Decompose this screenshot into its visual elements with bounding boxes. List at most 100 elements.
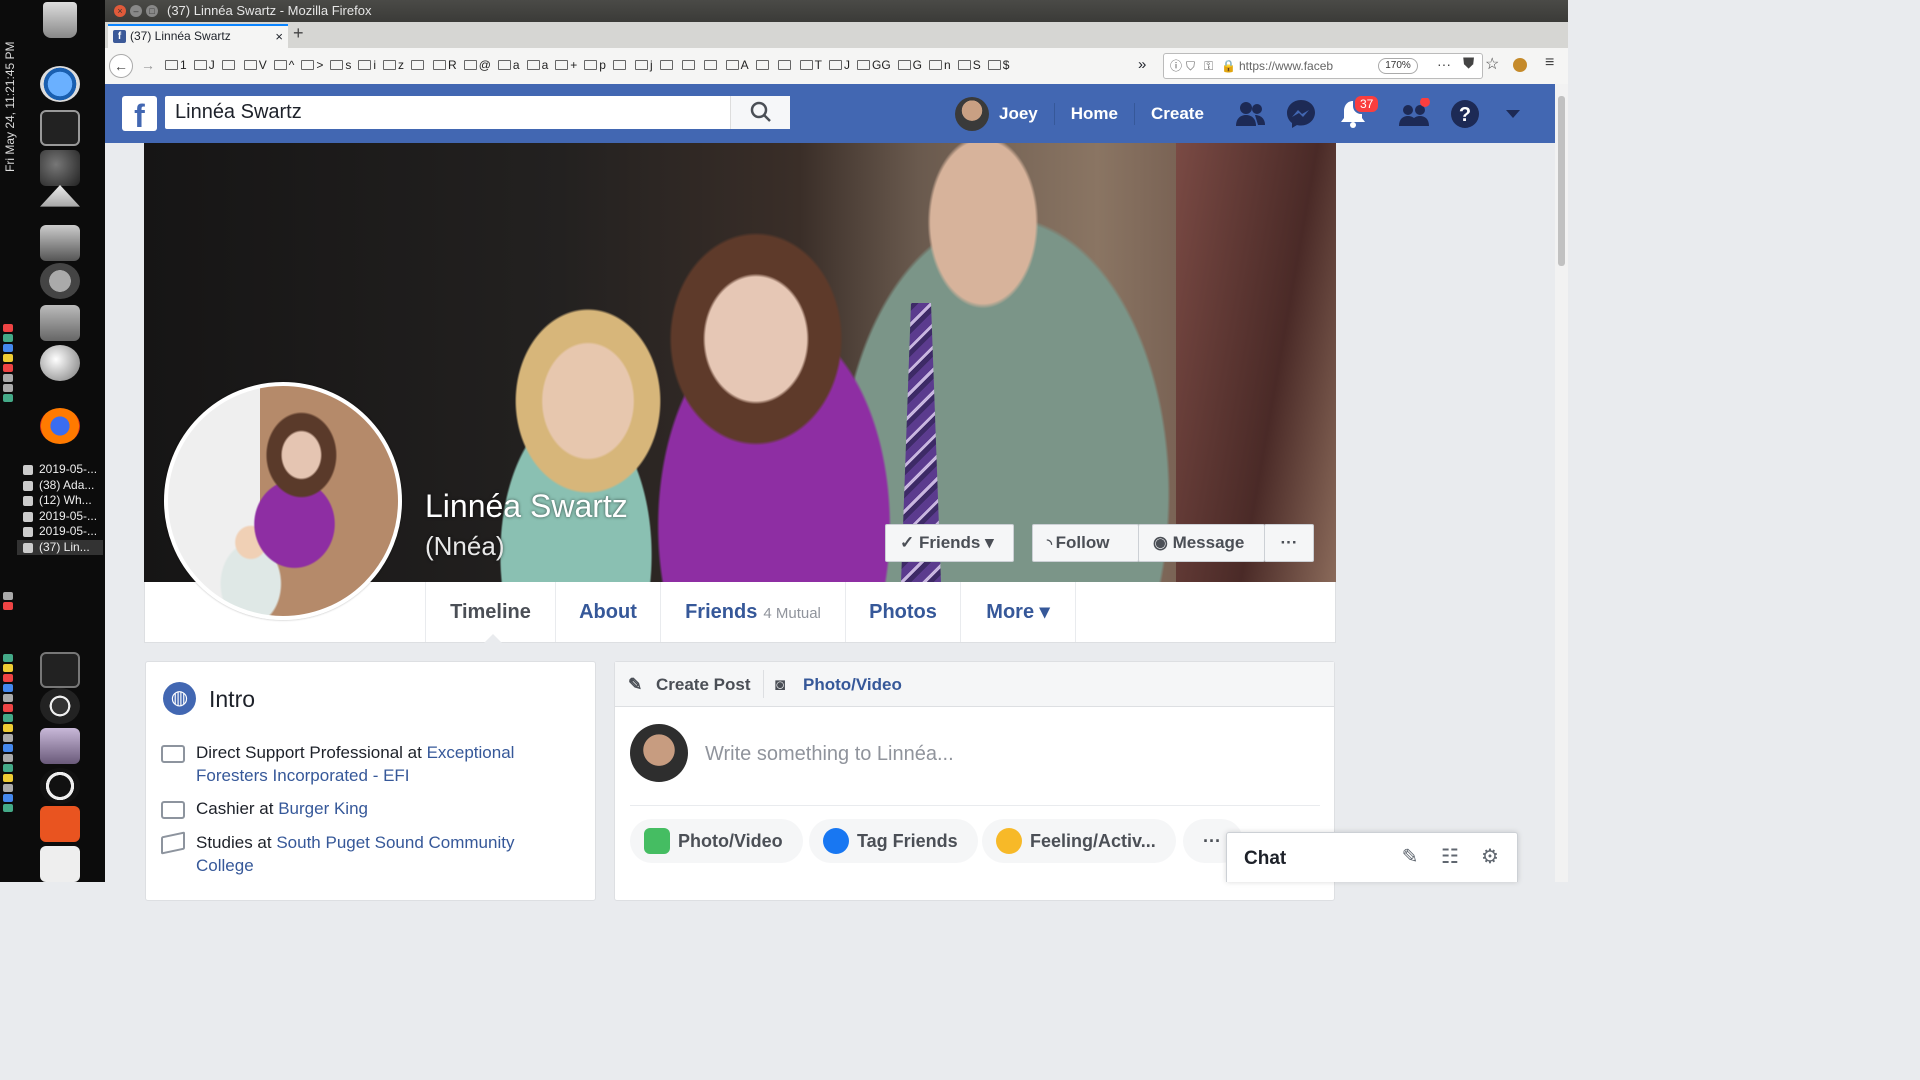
account-menu-chevron-icon[interactable] (1505, 106, 1521, 122)
tab-about[interactable]: About (555, 582, 660, 642)
app-icon[interactable] (40, 846, 80, 882)
taskbar-item[interactable]: 2019-05-... (17, 462, 103, 478)
scrollbar-thumb[interactable] (1558, 96, 1565, 266)
bookmark-item[interactable]: J (193, 58, 215, 72)
search-button[interactable] (730, 96, 790, 129)
follow-button[interactable]: ◝ Follow (1032, 524, 1139, 562)
close-window-icon[interactable]: × (114, 5, 126, 17)
close-tab-icon[interactable]: × (275, 26, 283, 47)
bookmark-item[interactable]: A (725, 58, 749, 72)
browser-tab-active[interactable]: f (37) Linnéa Swartz × (108, 24, 288, 48)
gimp-icon[interactable] (40, 150, 80, 186)
photo-video-tab[interactable]: Photo/Video (803, 675, 902, 695)
back-button[interactable]: ← (109, 54, 133, 78)
bookmark-item[interactable]: J (829, 58, 850, 72)
media-player-icon[interactable] (40, 66, 80, 102)
photo-video-button[interactable]: Photo/Video (630, 819, 803, 863)
create-post-tab[interactable]: Create Post (656, 675, 750, 695)
bookmark-item[interactable]: i (358, 58, 376, 72)
bookmark-item[interactable] (681, 58, 697, 72)
url-bar[interactable]: ⓘ ⛉ ⚿ 🔒 https://www.faceb 170% (1163, 53, 1483, 79)
bookmark-item[interactable]: n (929, 58, 951, 72)
bookmark-item[interactable]: p (584, 58, 606, 72)
taskbar-item[interactable]: (38) Ada... (17, 478, 103, 494)
bookmark-item[interactable]: R (433, 58, 457, 72)
bookmark-item[interactable]: V (243, 58, 267, 72)
upload-icon[interactable] (40, 185, 80, 207)
bookmark-star-icon[interactable]: ☆ (1485, 54, 1499, 74)
scanner-icon[interactable] (40, 225, 80, 261)
groups-icon[interactable] (1398, 98, 1430, 130)
nav-home-link[interactable]: Home (1071, 104, 1118, 124)
terminal-icon[interactable] (40, 110, 80, 146)
bookmark-item[interactable] (659, 58, 675, 72)
bookmark-item[interactable]: a (497, 58, 520, 72)
avatar[interactable] (630, 724, 688, 782)
bookmark-item[interactable] (703, 58, 719, 72)
bookmark-item[interactable] (411, 58, 426, 72)
bookmark-item[interactable] (755, 58, 771, 72)
post-input[interactable]: Write something to Linnéa... (705, 743, 954, 766)
tab-more[interactable]: More ▾ (960, 582, 1076, 642)
profile-picture[interactable] (164, 382, 402, 620)
feeling-activity-button[interactable]: Feeling/Activ... (982, 819, 1176, 863)
more-options-button[interactable]: ··· (1264, 524, 1314, 562)
messenger-icon[interactable] (1285, 98, 1317, 130)
bookmark-item[interactable]: 1 (165, 58, 187, 72)
minimize-window-icon[interactable]: – (130, 5, 142, 17)
bookmark-item[interactable]: GG (857, 58, 891, 72)
taskbar-item-active[interactable]: (37) Lin... (17, 539, 103, 555)
nav-create-link[interactable]: Create (1151, 104, 1204, 124)
tab-friends[interactable]: Friends 4 Mutual (660, 582, 845, 642)
new-message-icon[interactable]: ✎ (1399, 846, 1421, 868)
tab-timeline[interactable]: Timeline (425, 582, 555, 643)
hamburger-menu-icon[interactable]: ≡ (1545, 54, 1554, 72)
bookmark-item[interactable] (612, 58, 628, 72)
disk-icon[interactable] (40, 345, 80, 381)
bookmark-item[interactable]: G (897, 58, 922, 72)
bookmark-item[interactable]: @ (463, 58, 491, 72)
forward-button[interactable]: → (136, 54, 160, 78)
chat-bar[interactable]: Chat ✎ ☷ ⚙ (1226, 832, 1518, 882)
zoom-indicator[interactable]: 170% (1378, 58, 1418, 74)
bookmark-item[interactable] (777, 58, 793, 72)
bookmark-item[interactable]: T (799, 58, 822, 72)
bookmark-item[interactable] (221, 58, 237, 72)
firefox-icon[interactable] (40, 408, 80, 444)
taskbar-item[interactable]: 2019-05-... (17, 509, 103, 525)
tab-photos[interactable]: Photos (845, 582, 960, 642)
tag-friends-button[interactable]: Tag Friends (809, 819, 978, 863)
help-icon[interactable]: ? (1449, 98, 1481, 130)
bookmark-item[interactable]: > (301, 58, 323, 72)
bookmark-item[interactable]: s (330, 58, 351, 72)
bookmark-item[interactable]: + (555, 58, 577, 72)
extension-icon[interactable] (1513, 58, 1527, 72)
facebook-logo[interactable]: f (122, 96, 157, 134)
files-icon[interactable] (40, 305, 80, 341)
employer-link[interactable]: Burger King (278, 799, 368, 818)
nav-user-link[interactable]: Joey (999, 104, 1038, 124)
permissions-icon[interactable]: ⚿ (1204, 54, 1213, 78)
bookmark-item[interactable]: S (957, 58, 981, 72)
chat-settings-gear-icon[interactable]: ⚙ (1479, 846, 1501, 868)
software-center-icon[interactable] (40, 806, 80, 842)
bookmark-item[interactable]: j (634, 58, 653, 72)
pocket-icon[interactable]: ⛊ (1463, 55, 1474, 72)
friends-button[interactable]: ✓ Friends ▾ (885, 524, 1014, 562)
bookmark-item[interactable]: a (526, 58, 548, 72)
group-chat-icon[interactable]: ☷ (1439, 846, 1461, 868)
message-button[interactable]: ◉ Message (1138, 524, 1265, 562)
bookmarks-overflow-button[interactable]: » (1138, 56, 1146, 73)
notifications-button[interactable]: 37 (1337, 94, 1381, 130)
bookmark-item[interactable]: z (383, 58, 404, 72)
site-info-icon[interactable]: ⓘ (1170, 54, 1182, 78)
taskbar-item[interactable]: (12) Wh... (17, 493, 103, 509)
tracking-shield-icon[interactable]: ⛉ (1186, 54, 1195, 78)
taskbar-item[interactable]: 2019-05-... (17, 524, 103, 540)
bookmark-item[interactable]: ^ (273, 58, 294, 72)
webcam-icon[interactable] (40, 728, 80, 764)
system-monitor-icon[interactable] (40, 652, 80, 688)
settings-app-icon[interactable] (40, 263, 80, 299)
avatar[interactable] (955, 96, 989, 131)
maximize-window-icon[interactable]: □ (146, 5, 158, 17)
